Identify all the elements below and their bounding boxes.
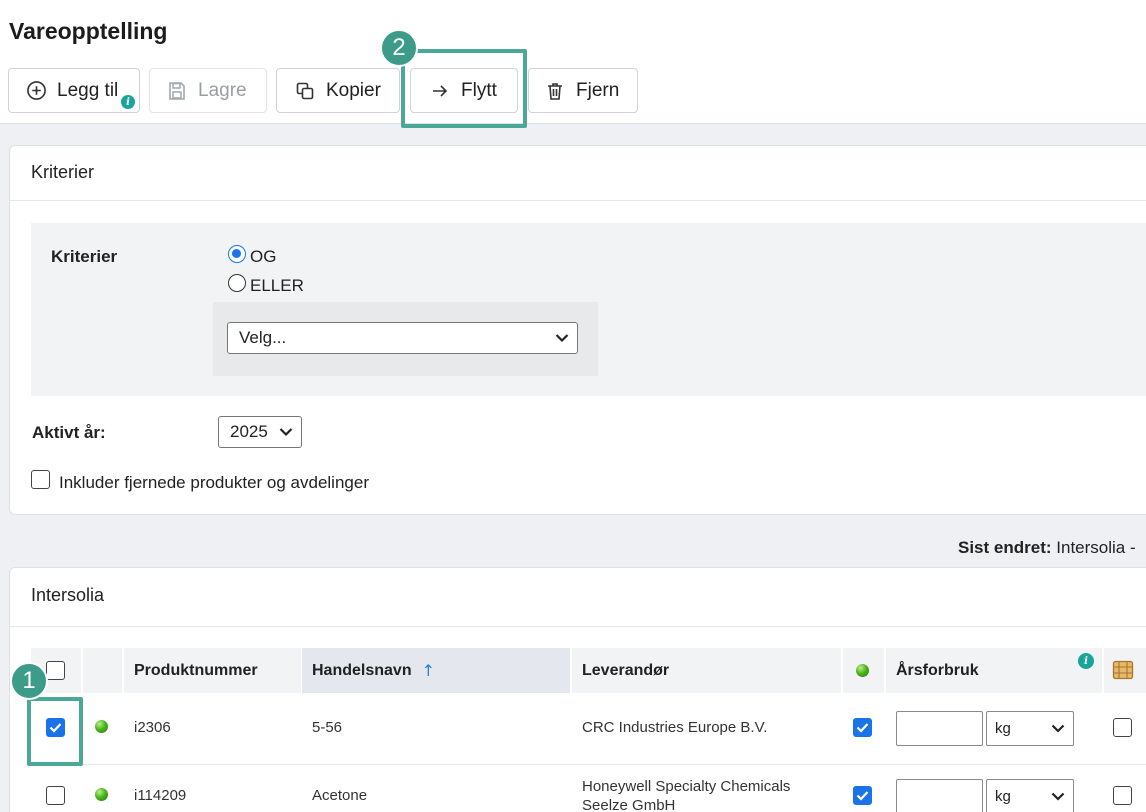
sort-ascending-icon: ↑ xyxy=(421,661,435,680)
column-header-annual-usage[interactable]: Årsforbruk xyxy=(886,648,1102,693)
add-button-label: Legg til xyxy=(57,79,119,101)
copy-button[interactable]: Kopier xyxy=(276,68,400,113)
chevron-down-icon xyxy=(1051,788,1065,805)
save-button-label: Lagre xyxy=(198,79,247,101)
green-status-icon xyxy=(856,664,869,677)
trash-icon xyxy=(544,80,566,102)
criteria-label: Kriterier xyxy=(51,247,118,266)
annual-usage-input[interactable] xyxy=(896,711,983,746)
step-1-badge: 1 xyxy=(10,662,48,700)
last-changed-label: Sist endret: xyxy=(958,538,1052,557)
trade-name-header-label: Handelsnavn xyxy=(312,661,412,679)
info-icon[interactable]: i xyxy=(1078,653,1094,669)
green-status-icon xyxy=(95,720,108,733)
divider xyxy=(10,200,1146,201)
page-title: Vareopptelling xyxy=(9,18,168,44)
radio-og-label: OG xyxy=(250,247,277,266)
step-2-badge: 2 xyxy=(380,29,418,67)
unit-select[interactable]: kg xyxy=(986,711,1074,746)
column-header-product-number[interactable]: Produktnummer xyxy=(124,648,301,693)
remove-button-label: Fjern xyxy=(576,79,620,101)
active-checkbox[interactable] xyxy=(853,786,872,805)
green-status-icon xyxy=(95,788,108,801)
row-select-checkbox[interactable] xyxy=(46,786,65,805)
criteria-select-value: Velg... xyxy=(239,328,287,347)
top-toolbar-area: Vareopptelling Legg til i Lagre Kopier F… xyxy=(0,0,1146,124)
chevron-down-icon xyxy=(1051,720,1065,737)
unit-select-value: kg xyxy=(995,720,1011,737)
supplier-line-2: Seelze GmbH xyxy=(582,797,676,812)
divider xyxy=(10,626,1146,627)
move-button-highlight xyxy=(401,49,527,128)
active-year-select[interactable]: 2025 xyxy=(218,416,302,448)
radio-eller-label: ELLER xyxy=(250,276,304,295)
product-number: i2306 xyxy=(134,719,171,736)
product-number: i114209 xyxy=(134,787,187,804)
column-header-trade-name[interactable]: Handelsnavn ↑ xyxy=(302,648,570,693)
last-changed: Sist endret: Intersolia - xyxy=(958,538,1136,558)
copy-button-label: Kopier xyxy=(326,79,381,101)
column-header-supplier[interactable]: Leverandør xyxy=(572,648,841,693)
floppy-disk-icon xyxy=(166,80,188,102)
include-removed-checkbox[interactable] xyxy=(31,470,50,489)
row-checkbox-highlight xyxy=(27,697,83,766)
plus-circle-icon xyxy=(25,80,47,102)
criteria-select[interactable]: Velg... xyxy=(227,322,578,354)
info-icon[interactable]: i xyxy=(121,95,135,109)
include-removed-label: Inkluder fjernede produkter og avdelinge… xyxy=(59,473,369,492)
status-header xyxy=(83,648,122,693)
supplier-line-1: Honeywell Specialty Chemicals xyxy=(582,778,791,795)
storage-box-icon xyxy=(1112,660,1134,685)
save-button[interactable]: Lagre xyxy=(149,68,267,113)
radio-og[interactable] xyxy=(228,245,246,263)
remove-button[interactable]: Fjern xyxy=(528,68,638,113)
add-button[interactable]: Legg til i xyxy=(8,68,140,113)
column-header-active xyxy=(843,648,884,693)
trade-name[interactable]: Acetone xyxy=(312,787,367,804)
supplier: CRC Industries Europe B.V. xyxy=(582,719,768,736)
column-header-flag xyxy=(1104,648,1146,693)
criteria-card-title: Kriterier xyxy=(31,162,95,182)
annual-usage-input[interactable] xyxy=(896,779,983,812)
active-year-value: 2025 xyxy=(230,422,268,441)
trade-name[interactable]: 5-56 xyxy=(312,719,342,736)
active-checkbox[interactable] xyxy=(853,718,872,737)
copy-icon xyxy=(294,80,316,102)
radio-eller[interactable] xyxy=(228,274,246,292)
unit-select[interactable]: kg xyxy=(986,779,1074,812)
row-divider xyxy=(31,764,1146,765)
supplier: Honeywell Specialty Chemicals Seelze Gmb… xyxy=(582,777,790,812)
row-flag-checkbox[interactable] xyxy=(1113,718,1132,737)
last-changed-value: Intersolia - xyxy=(1056,538,1136,557)
active-year-label: Aktivt år: xyxy=(32,423,106,442)
select-all-checkbox[interactable] xyxy=(46,661,65,680)
row-flag-checkbox[interactable] xyxy=(1113,786,1132,805)
chevron-down-icon xyxy=(279,422,293,442)
chevron-down-icon xyxy=(555,328,569,348)
table-card-title: Intersolia xyxy=(31,585,105,605)
unit-select-value: kg xyxy=(995,788,1011,805)
